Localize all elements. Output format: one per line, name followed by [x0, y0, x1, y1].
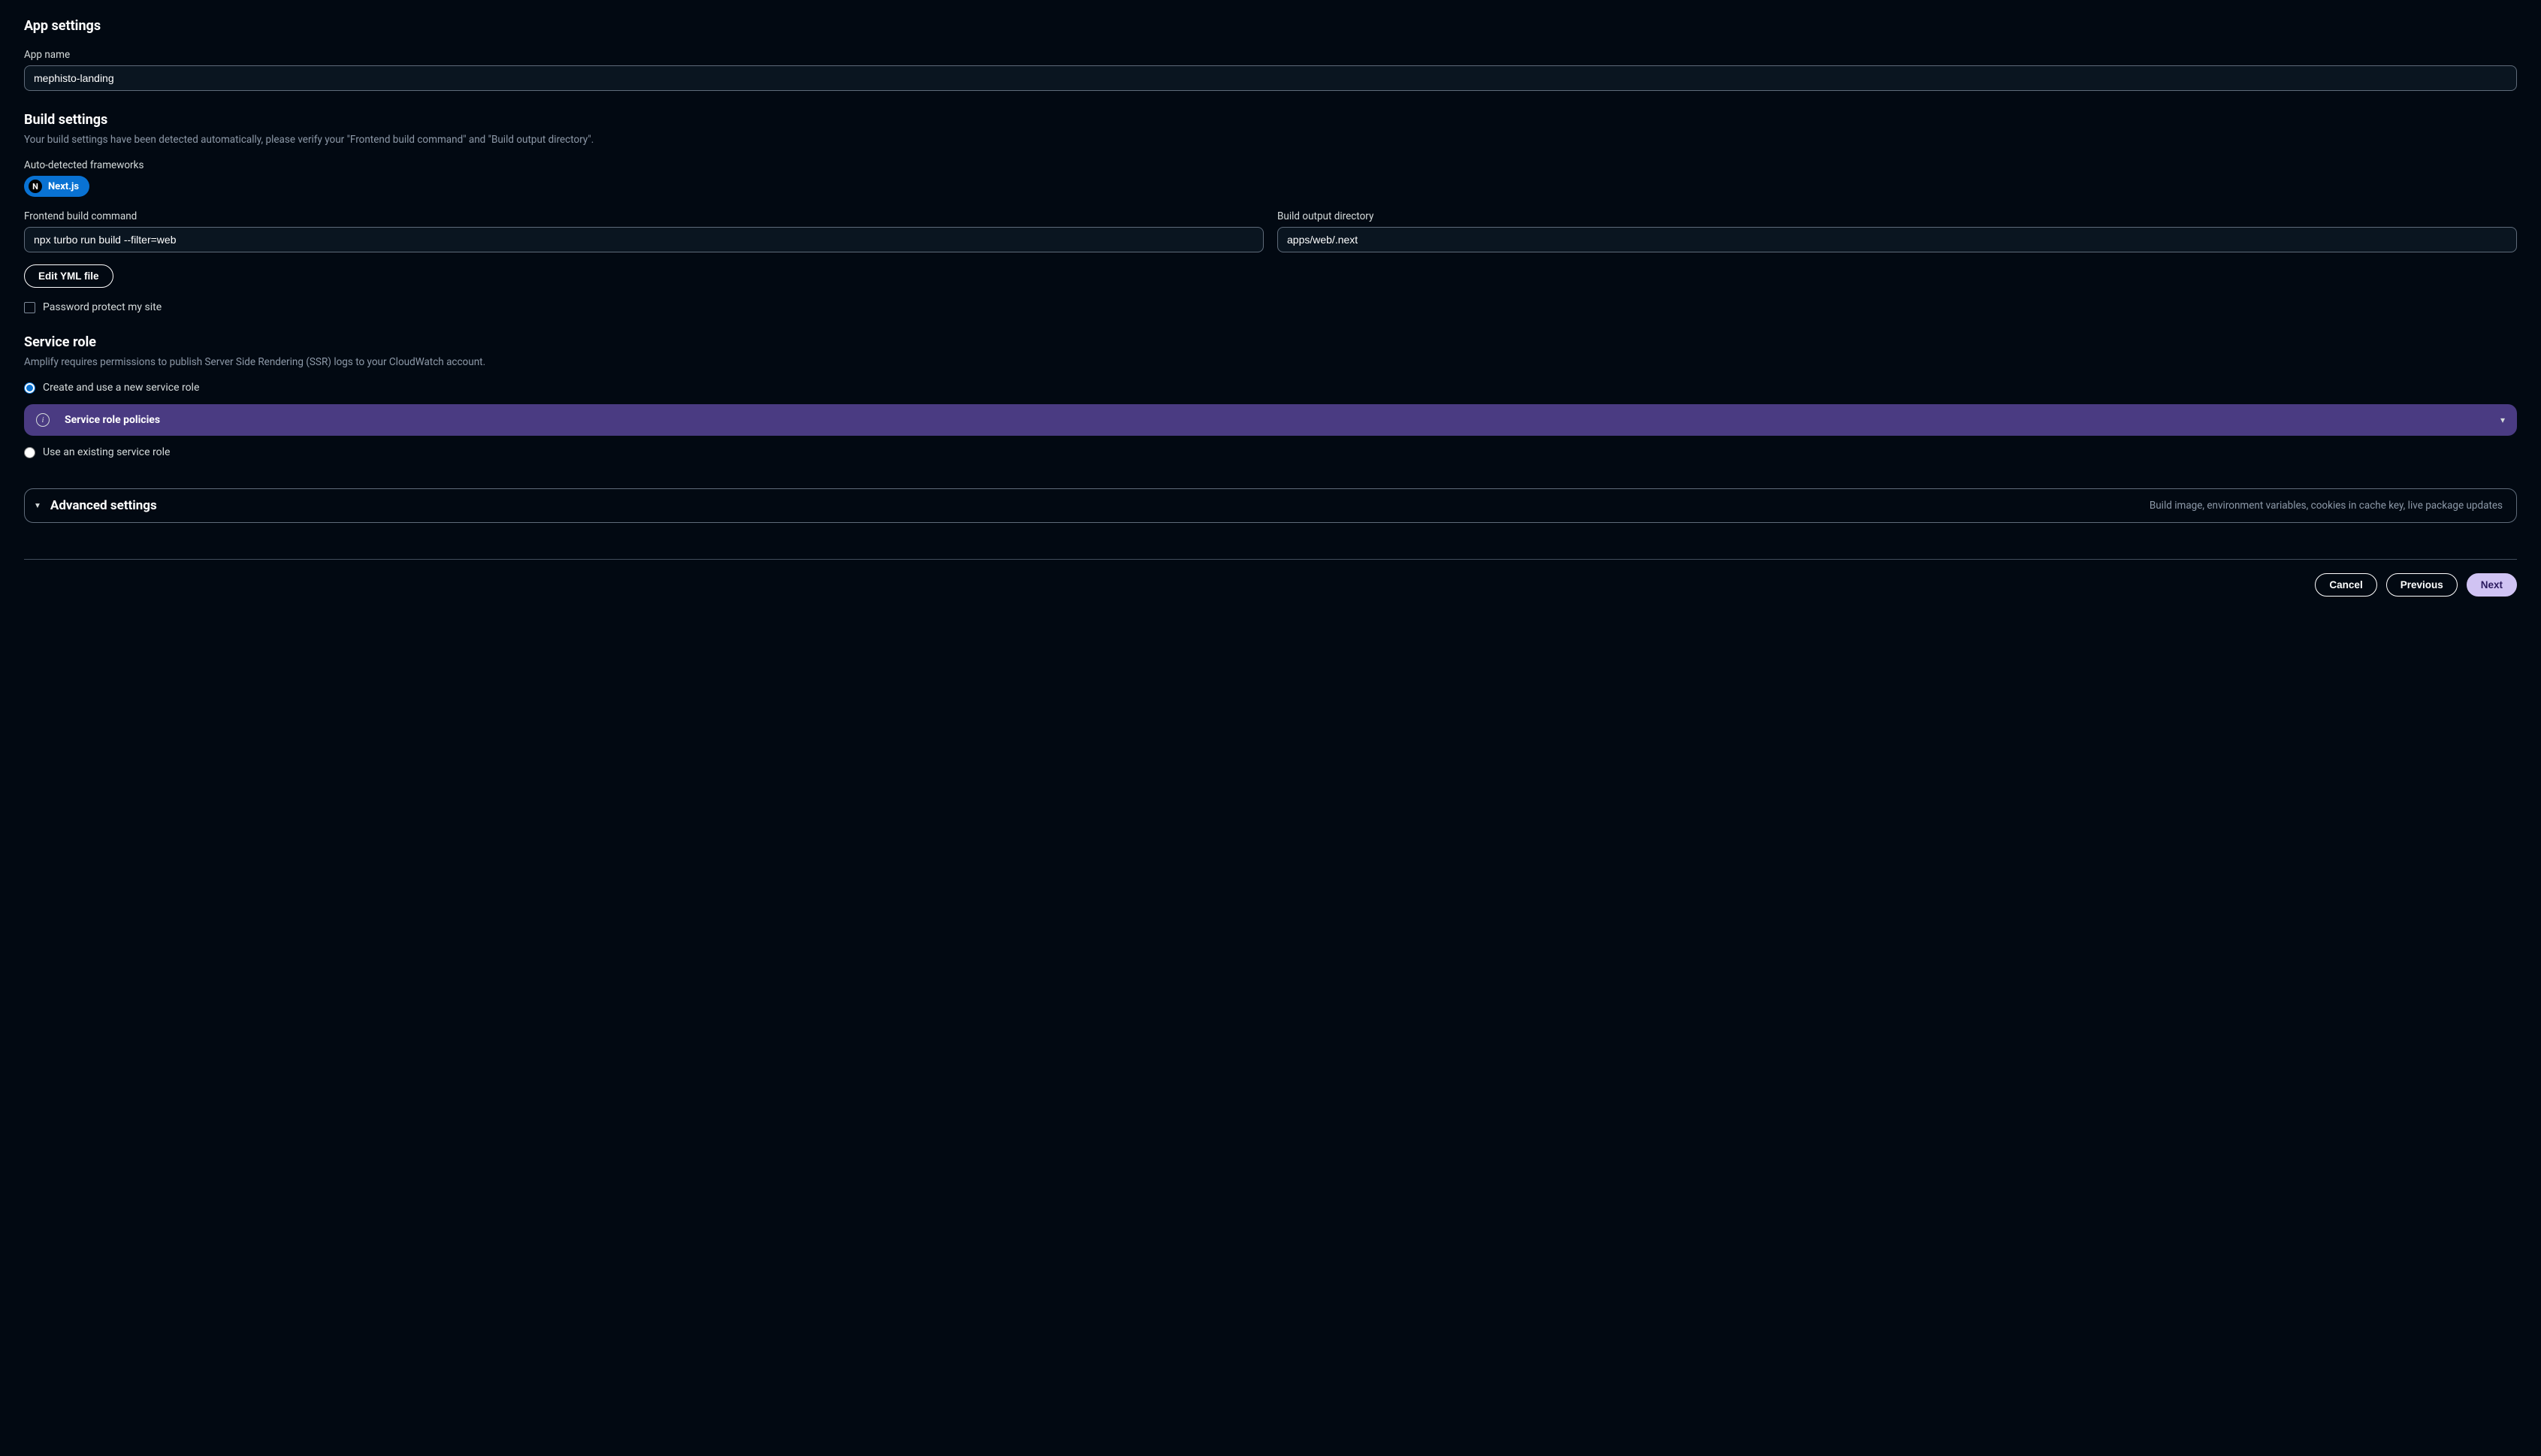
next-button[interactable]: Next	[2467, 573, 2517, 597]
service-role-policies-panel[interactable]: i Service role policies ▾	[24, 404, 2517, 436]
frontend-cmd-input[interactable]	[24, 227, 1264, 252]
chevron-down-icon: ▾	[2500, 415, 2505, 425]
cancel-button[interactable]: Cancel	[2315, 573, 2376, 597]
frontend-cmd-label: Frontend build command	[24, 210, 1264, 222]
app-settings-heading: App settings	[24, 18, 2517, 34]
service-role-description: Amplify requires permissions to publish …	[24, 356, 2517, 368]
edit-yml-button[interactable]: Edit YML file	[24, 264, 113, 288]
policies-title: Service role policies	[65, 414, 2500, 426]
build-settings-heading: Build settings	[24, 112, 2517, 128]
framework-badge: N Next.js	[24, 176, 89, 197]
radio-create-role-label: Create and use a new service role	[43, 382, 199, 394]
service-role-heading: Service role	[24, 334, 2517, 350]
chevron-down-icon: ▼	[34, 502, 41, 510]
advanced-settings-panel[interactable]: ▼ Advanced settings Build image, environ…	[24, 488, 2517, 523]
nextjs-icon: N	[29, 180, 42, 193]
radio-existing-role-label: Use an existing service role	[43, 446, 170, 458]
app-name-label: App name	[24, 49, 2517, 61]
password-protect-label: Password protect my site	[43, 301, 162, 313]
info-icon: i	[36, 413, 50, 427]
build-settings-description: Your build settings have been detected a…	[24, 134, 2517, 146]
radio-create-role[interactable]	[24, 382, 35, 394]
footer-divider	[24, 559, 2517, 560]
advanced-settings-description: Build image, environment variables, cook…	[2150, 500, 2503, 512]
frameworks-label: Auto-detected frameworks	[24, 159, 2517, 171]
previous-button[interactable]: Previous	[2386, 573, 2458, 597]
output-dir-input[interactable]	[1277, 227, 2517, 252]
output-dir-label: Build output directory	[1277, 210, 2517, 222]
radio-existing-role[interactable]	[24, 447, 35, 458]
framework-name: Next.js	[48, 181, 79, 192]
footer-buttons: Cancel Previous Next	[24, 573, 2517, 597]
app-name-input[interactable]	[24, 65, 2517, 91]
advanced-settings-title: Advanced settings	[50, 498, 2150, 513]
password-protect-checkbox[interactable]	[24, 302, 35, 313]
